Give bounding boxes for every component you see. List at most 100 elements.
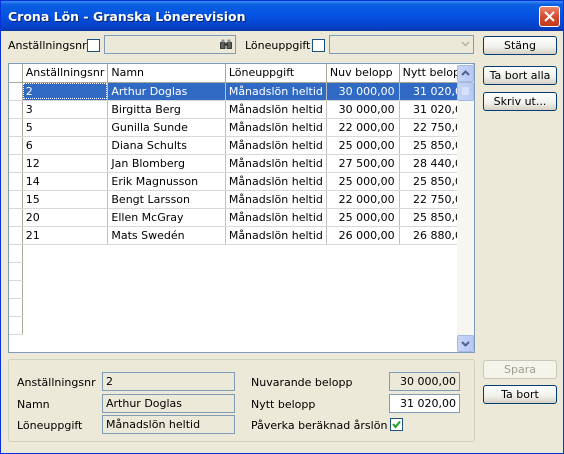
cell-employee-nr bbox=[22, 262, 108, 280]
row-indicator bbox=[9, 154, 23, 173]
vertical-scrollbar[interactable] bbox=[457, 65, 474, 352]
table-header-row: Anställningsnr Namn Löneuppgift Nuv belo… bbox=[9, 64, 475, 83]
employee-filter-field[interactable] bbox=[104, 35, 236, 54]
cell-salary-type: Månadslön heltid bbox=[225, 190, 327, 209]
revision-list[interactable]: Anställningsnr Namn Löneuppgift Nuv belo… bbox=[8, 63, 475, 353]
row-indicator bbox=[9, 280, 23, 299]
empty-table-row bbox=[9, 298, 474, 317]
cell-name bbox=[108, 298, 225, 316]
header-indicator bbox=[9, 64, 23, 83]
new-amount-label: Nytt belopp bbox=[251, 398, 316, 411]
cell-current-amount: 22 000,00 bbox=[326, 190, 400, 209]
employee-filter-checkbox[interactable] bbox=[87, 39, 100, 52]
table-row[interactable]: 3 Birgitta Berg Månadslön heltid 30 000,00 3… bbox=[9, 100, 475, 119]
detail-name-label: Namn bbox=[17, 398, 50, 411]
cell-name: Birgitta Berg bbox=[107, 100, 226, 119]
cell-current-amount: 25 000,00 bbox=[326, 208, 400, 227]
cell-employee-nr: 14 bbox=[22, 172, 109, 191]
new-amount-value: 31 020,00 bbox=[400, 397, 456, 410]
detail-salary-type-label: Löneuppgift bbox=[17, 419, 83, 432]
cell-name: Bengt Larsson bbox=[107, 190, 226, 209]
table-row[interactable]: 5 Gunilla Sunde Månadslön heltid 22 000,00 2… bbox=[9, 118, 475, 137]
binoculars-icon[interactable] bbox=[220, 39, 232, 50]
cell-current-amount: 26 000,00 bbox=[326, 226, 400, 245]
affect-annual-salary-label: Påverka beräknad årslön bbox=[251, 419, 388, 432]
cell-employee-nr bbox=[22, 280, 108, 298]
revision-table: Anställningsnr Namn Löneuppgift Nuv belo… bbox=[9, 64, 475, 335]
table-row[interactable]: 2 Arthur Doglas Månadslön heltid 30 000,00 3… bbox=[9, 82, 475, 101]
cell-name bbox=[108, 316, 225, 334]
row-indicator bbox=[9, 100, 23, 119]
cell-employee-nr bbox=[22, 298, 108, 316]
save-button[interactable]: Spara bbox=[483, 360, 557, 379]
cell-employee-nr: 21 bbox=[22, 226, 109, 245]
print-button[interactable]: Skriv ut... bbox=[483, 92, 557, 111]
header-name[interactable]: Namn bbox=[107, 64, 226, 83]
cell-name: Erik Magnusson bbox=[107, 172, 226, 191]
cell-salary-type: Månadslön heltid bbox=[225, 100, 327, 119]
table-row[interactable]: 15 Bengt Larsson Månadslön heltid 22 000,00… bbox=[9, 190, 475, 209]
cell-employee-nr: 3 bbox=[22, 100, 109, 119]
close-button[interactable]: Stäng bbox=[483, 36, 557, 55]
row-indicator bbox=[9, 190, 23, 209]
salary-type-dropdown[interactable] bbox=[329, 35, 474, 54]
detail-employee-value: 2 bbox=[106, 375, 113, 388]
cell-name bbox=[108, 244, 225, 262]
detail-name-value: Arthur Doglas bbox=[106, 397, 183, 410]
title-bar[interactable]: Crona Lön - Granska Lönerevision bbox=[1, 1, 563, 31]
remove-all-button[interactable]: Ta bort alla bbox=[483, 66, 557, 85]
row-indicator bbox=[9, 136, 23, 155]
cell-name: Mats Swedén bbox=[107, 226, 226, 245]
window-title: Crona Lön - Granska Lönerevision bbox=[8, 9, 246, 24]
cell-name: Ellen McGray bbox=[107, 208, 226, 227]
cell-employee-nr: 20 bbox=[22, 208, 109, 227]
scroll-up-button[interactable] bbox=[457, 65, 474, 82]
current-amount-value: 30 000,00 bbox=[400, 375, 456, 388]
salary-type-filter-label: Löneuppgift bbox=[245, 39, 311, 52]
cell-current-amount bbox=[326, 280, 399, 298]
cell-current-amount: 30 000,00 bbox=[326, 82, 400, 101]
affect-annual-salary-checkbox[interactable] bbox=[390, 418, 403, 431]
cell-name: Arthur Doglas bbox=[107, 82, 226, 101]
table-row[interactable]: 20 Ellen McGray Månadslön heltid 25 000,00 2… bbox=[9, 208, 475, 227]
salary-type-filter-checkbox[interactable] bbox=[312, 39, 325, 52]
empty-table-row bbox=[9, 262, 474, 281]
cell-salary-type: Månadslön heltid bbox=[225, 208, 327, 227]
scroll-down-button[interactable] bbox=[457, 335, 474, 352]
cell-current-amount: 30 000,00 bbox=[326, 100, 400, 119]
cell-salary-type bbox=[225, 298, 326, 316]
cell-current-amount bbox=[326, 298, 399, 316]
arrow-down-icon bbox=[461, 341, 470, 347]
cell-current-amount: 25 000,00 bbox=[326, 172, 400, 191]
new-amount-input[interactable]: 31 020,00 bbox=[389, 394, 460, 413]
detail-salary-type-field: Månadslön heltid bbox=[102, 415, 235, 434]
header-salary-type[interactable]: Löneuppgift bbox=[225, 64, 327, 83]
dialog-window: Crona Lön - Granska Lönerevision Anställ… bbox=[0, 0, 564, 454]
header-current-amount[interactable]: Nuv belopp bbox=[326, 64, 400, 83]
header-employee-nr[interactable]: Anställningsnr bbox=[22, 64, 109, 83]
close-window-button[interactable] bbox=[539, 6, 560, 27]
detail-salary-type-value: Månadslön heltid bbox=[106, 418, 201, 431]
employee-filter-label: Anställningsnr bbox=[8, 39, 87, 52]
cell-current-amount bbox=[326, 262, 399, 280]
cell-salary-type bbox=[225, 280, 326, 298]
empty-table-row bbox=[9, 280, 474, 299]
current-amount-field: 30 000,00 bbox=[389, 372, 460, 391]
cell-current-amount bbox=[326, 316, 399, 334]
row-indicator bbox=[9, 208, 23, 227]
cell-current-amount: 25 000,00 bbox=[326, 136, 400, 155]
cell-employee-nr: 2 bbox=[22, 82, 109, 101]
table-row[interactable]: 6 Diana Schults Månadslön heltid 25 000,00 2… bbox=[9, 136, 475, 155]
empty-table-row bbox=[9, 244, 474, 263]
table-row[interactable]: 21 Mats Swedén Månadslön heltid 26 000,00 26… bbox=[9, 226, 475, 245]
detail-employee-label: Anställningsnr bbox=[17, 376, 96, 389]
cell-employee-nr: 12 bbox=[22, 154, 109, 173]
row-indicator bbox=[9, 118, 23, 137]
table-row[interactable]: 14 Erik Magnusson Månadslön heltid 25 000,0… bbox=[9, 172, 475, 191]
row-indicator bbox=[9, 226, 23, 245]
cell-employee-nr: 6 bbox=[22, 136, 109, 155]
scroll-thumb[interactable] bbox=[457, 82, 474, 101]
remove-button[interactable]: Ta bort bbox=[483, 385, 557, 404]
table-row[interactable]: 12 Jan Blomberg Månadslön heltid 27 500,00 2… bbox=[9, 154, 475, 173]
cell-salary-type bbox=[225, 244, 326, 262]
